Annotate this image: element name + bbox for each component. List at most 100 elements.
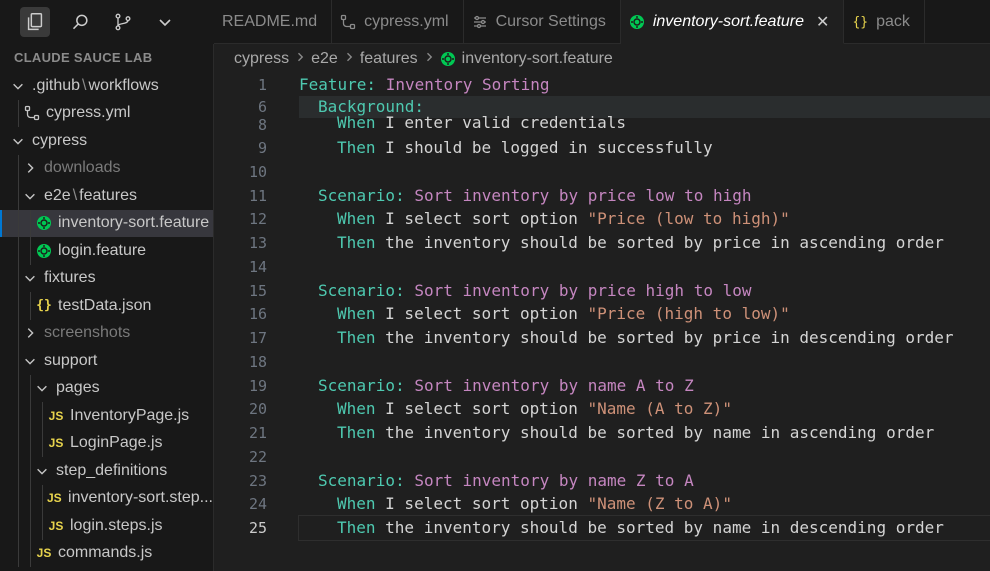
- tree-item[interactable]: login.feature: [0, 237, 213, 265]
- chevron-down-icon[interactable]: [22, 189, 38, 203]
- cucumber-icon: [440, 51, 456, 67]
- breadcrumb-item[interactable]: cypress: [234, 50, 289, 68]
- line-content: Then the inventory should be sorted by p…: [299, 326, 990, 350]
- line-number: 1: [257, 76, 267, 94]
- chevron-right-icon[interactable]: [22, 326, 38, 340]
- code-editor[interactable]: 1 Feature: Inventory Sorting 6 Background: 8…: [214, 73, 990, 571]
- code-token: I select sort option: [375, 304, 588, 323]
- chevron-down-icon[interactable]: [154, 11, 176, 33]
- code-line[interactable]: 18: [214, 350, 990, 374]
- code-token: Feature:: [299, 75, 377, 94]
- code-line[interactable]: 15 Scenario: Sort inventory by price high…: [214, 279, 990, 303]
- tree-item-label: inventory-sort.feature: [58, 214, 210, 232]
- code-token: Then: [337, 328, 376, 347]
- code-token: Scenario:: [318, 186, 405, 205]
- line-content: Then the inventory should be sorted by p…: [299, 231, 990, 255]
- line-number: 23: [248, 472, 267, 490]
- tab-cursor-settings[interactable]: Cursor Settings: [464, 0, 621, 44]
- tree-item[interactable]: downloads: [0, 154, 213, 182]
- tree-item[interactable]: JS login.steps.js: [0, 512, 213, 540]
- code-token: the inventory should be sorted by name i…: [375, 518, 944, 537]
- close-icon[interactable]: ✕: [816, 12, 829, 32]
- code-line[interactable]: 23 Scenario: Sort inventory by name Z to …: [214, 469, 990, 493]
- code-line[interactable]: 22: [214, 445, 990, 469]
- tree-item[interactable]: pages: [0, 374, 213, 402]
- chevron-down-icon[interactable]: [22, 354, 38, 368]
- tree-item[interactable]: cypress.yml: [0, 99, 213, 127]
- chevron-down-icon[interactable]: [34, 464, 50, 478]
- tree-item[interactable]: cypress: [0, 127, 213, 155]
- tree-item[interactable]: e2e \ features: [0, 182, 213, 210]
- code-line[interactable]: 1 Feature: Inventory Sorting: [214, 73, 990, 97]
- tree-item[interactable]: JS InventoryPage.js: [0, 402, 213, 430]
- code-line[interactable]: 9 Then I should be logged in successfully: [214, 136, 990, 160]
- line-content: [299, 445, 990, 469]
- code-token: "Name (Z to A)": [587, 494, 732, 513]
- code-line[interactable]: 24 When I select sort option "Name (Z to …: [214, 492, 990, 516]
- search-icon[interactable]: [70, 11, 92, 33]
- code-line[interactable]: 16 When I select sort option "Price (high…: [214, 302, 990, 326]
- code-line[interactable]: 10: [214, 160, 990, 184]
- chevron-right-icon: [343, 50, 355, 68]
- indent-guide: [30, 429, 31, 457]
- tree-item[interactable]: step_definitions: [0, 457, 213, 485]
- chevron-down-icon[interactable]: [34, 381, 50, 395]
- tree-item[interactable]: JS inventory-sort.step...: [0, 484, 213, 512]
- javascript-file-icon: JS: [36, 546, 52, 561]
- source-control-icon[interactable]: [112, 11, 134, 33]
- chevron-right-icon[interactable]: [22, 161, 38, 175]
- code-line[interactable]: 25 Then the inventory should be sorted by…: [214, 515, 990, 541]
- indent-guide: [18, 154, 19, 182]
- code-line[interactable]: 11 Scenario: Sort inventory by price low …: [214, 184, 990, 208]
- line-number: 14: [248, 258, 267, 276]
- breadcrumb-item[interactable]: inventory-sort.feature: [462, 50, 613, 68]
- code-line[interactable]: 13 Then the inventory should be sorted by…: [214, 231, 990, 255]
- tree-item[interactable]: support: [0, 347, 213, 375]
- indent-guide: [18, 347, 19, 375]
- code-token: I select sort option: [375, 209, 588, 228]
- tab-inventory-sort-feature[interactable]: inventory-sort.feature ✕: [620, 0, 845, 44]
- code-token: Sort inventory by name Z to A: [414, 471, 694, 490]
- chevron-down-icon[interactable]: [10, 79, 26, 93]
- code-token: When: [337, 399, 376, 418]
- code-line[interactable]: 8 When I enter valid credentials: [214, 113, 990, 137]
- workflow-icon: [22, 105, 42, 121]
- chevron-down-icon[interactable]: [10, 134, 26, 148]
- code-line[interactable]: 12 When I select sort option "Price (low …: [214, 207, 990, 231]
- javascript-file-icon: JS: [48, 436, 64, 451]
- breadcrumb-item[interactable]: features: [360, 50, 418, 68]
- tab-cypress-yml[interactable]: cypress.yml: [332, 0, 464, 44]
- tree-item[interactable]: {} testData.json: [0, 292, 213, 320]
- chevron-down-icon[interactable]: [22, 271, 38, 285]
- line-content: Then the inventory should be sorted by n…: [298, 515, 990, 541]
- indent-guide: [18, 539, 19, 567]
- indent-guide: [18, 182, 19, 210]
- cucumber-icon: [34, 215, 54, 231]
- code-line[interactable]: 17 Then the inventory should be sorted by…: [214, 326, 990, 350]
- tree-item[interactable]: .github \ workflows: [0, 72, 213, 100]
- tree-item[interactable]: JS LoginPage.js: [0, 429, 213, 457]
- indent-guide: [42, 402, 43, 430]
- breadcrumb-item[interactable]: e2e: [311, 50, 338, 68]
- tab-pack[interactable]: {} pack: [844, 0, 925, 44]
- line-content: Scenario: Sort inventory by name A to Z: [299, 374, 990, 398]
- tree-item[interactable]: fixtures: [0, 264, 213, 292]
- code-line[interactable]: 21 Then the inventory should be sorted by…: [214, 421, 990, 445]
- tree-item[interactable]: screenshots: [0, 319, 213, 347]
- line-content: Scenario: Sort inventory by name Z to A: [299, 469, 990, 493]
- code-line[interactable]: 14: [214, 255, 990, 279]
- line-number: 19: [248, 377, 267, 395]
- code-token: Sort inventory by name A to Z: [414, 376, 694, 395]
- tree-item[interactable]: JS commands.js: [0, 539, 213, 567]
- indent-guide: [42, 484, 43, 512]
- tree-item[interactable]: inventory-sort.feature: [0, 209, 213, 237]
- code-token: Then: [337, 138, 376, 157]
- tab-readme-md[interactable]: README.md: [214, 0, 333, 44]
- tree-item-label: downloads: [44, 159, 121, 177]
- explorer-icon[interactable]: [20, 7, 50, 37]
- code-line[interactable]: 19 Scenario: Sort inventory by name A to …: [214, 374, 990, 398]
- indent-guide: [18, 209, 19, 237]
- tree-item-label: commands.js: [58, 544, 153, 562]
- code-line[interactable]: 20 When I select sort option "Name (A to …: [214, 397, 990, 421]
